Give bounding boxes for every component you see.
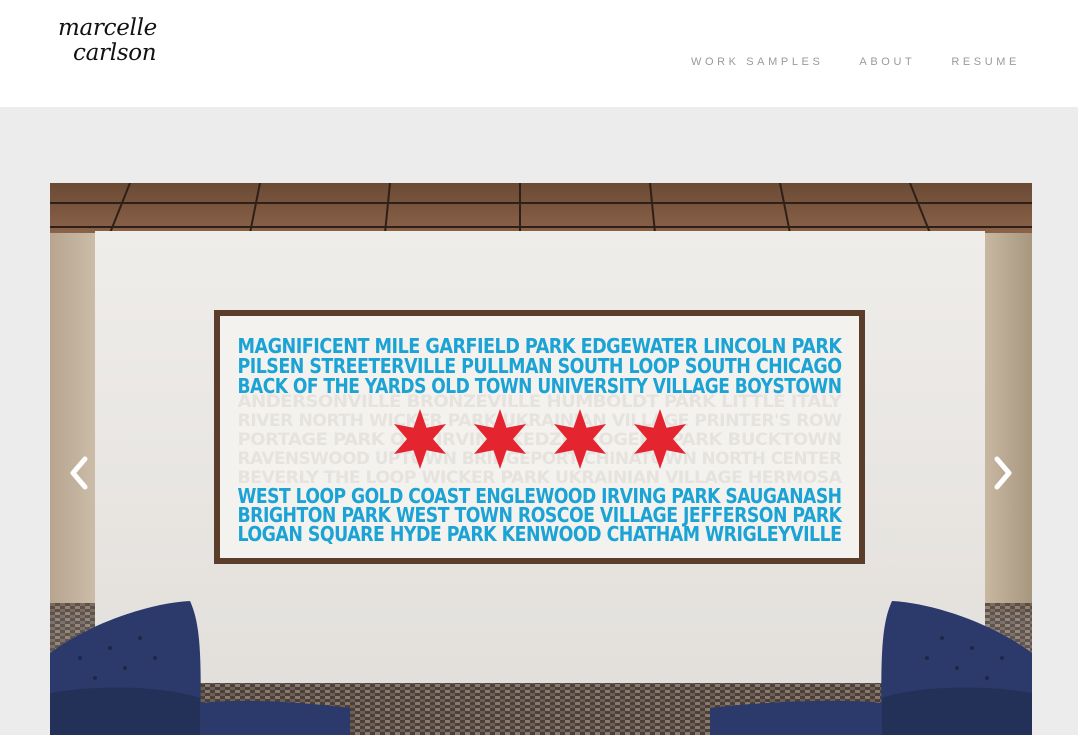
slideshow: MAGNIFICENT MILE GARFIELD PARK EDGEWATER… [50, 183, 1032, 735]
artwork-blue-bottom: WEST LOOP GOLD COAST ENGLEWOOD IRVING PA… [238, 484, 844, 546]
slideshow-next-button[interactable] [982, 453, 1022, 493]
artwork-middle-line-1: ANDERSONVILLE BRONZEVILLE HUMBOLDT PARK … [238, 392, 843, 412]
chevron-right-icon [994, 456, 1012, 490]
nav-work-samples[interactable]: WORK SAMPLES [691, 56, 823, 68]
nav-resume[interactable]: RESUME [951, 56, 1020, 68]
artwork-middle-line-4: RAVENSWOOD UPTOWN BRIDGEPORT CHINATOWN N… [238, 449, 842, 469]
artwork-middle-line-2: RIVER NORTH WICKER PARK UKRAINIAN VILLAG… [238, 411, 843, 431]
site-logo[interactable]: marcelle carlson [58, 16, 157, 66]
artwork-bottom-line-3: LOGAN SQUARE HYDE PARK KENWOOD CHATHAM W… [238, 522, 842, 546]
nav-about[interactable]: ABOUT [859, 56, 915, 68]
slide-image: MAGNIFICENT MILE GARFIELD PARK EDGEWATER… [50, 183, 1032, 735]
artwork-blue-top: MAGNIFICENT MILE GARFIELD PARK EDGEWATER… [238, 334, 844, 398]
ceiling [50, 183, 1032, 233]
slideshow-prev-button[interactable] [60, 453, 100, 493]
artwork-embossed-middle: ANDERSONVILLE BRONZEVILLE HUMBOLDT PARK … [238, 392, 844, 488]
main-nav: WORK SAMPLES ABOUT RESUME [691, 56, 1020, 68]
logo-line-2: carlson [73, 40, 157, 66]
left-wall [50, 233, 95, 613]
artwork-middle-line-3: PORTAGE PARK OLD IRVING KEDZIE ROGERS PA… [238, 430, 842, 450]
site-header: marcelle carlson WORK SAMPLES ABOUT RESU… [0, 0, 1078, 107]
right-wall [985, 233, 1032, 613]
logo-line-1: marcelle [58, 15, 157, 41]
chevron-left-icon [70, 456, 88, 490]
